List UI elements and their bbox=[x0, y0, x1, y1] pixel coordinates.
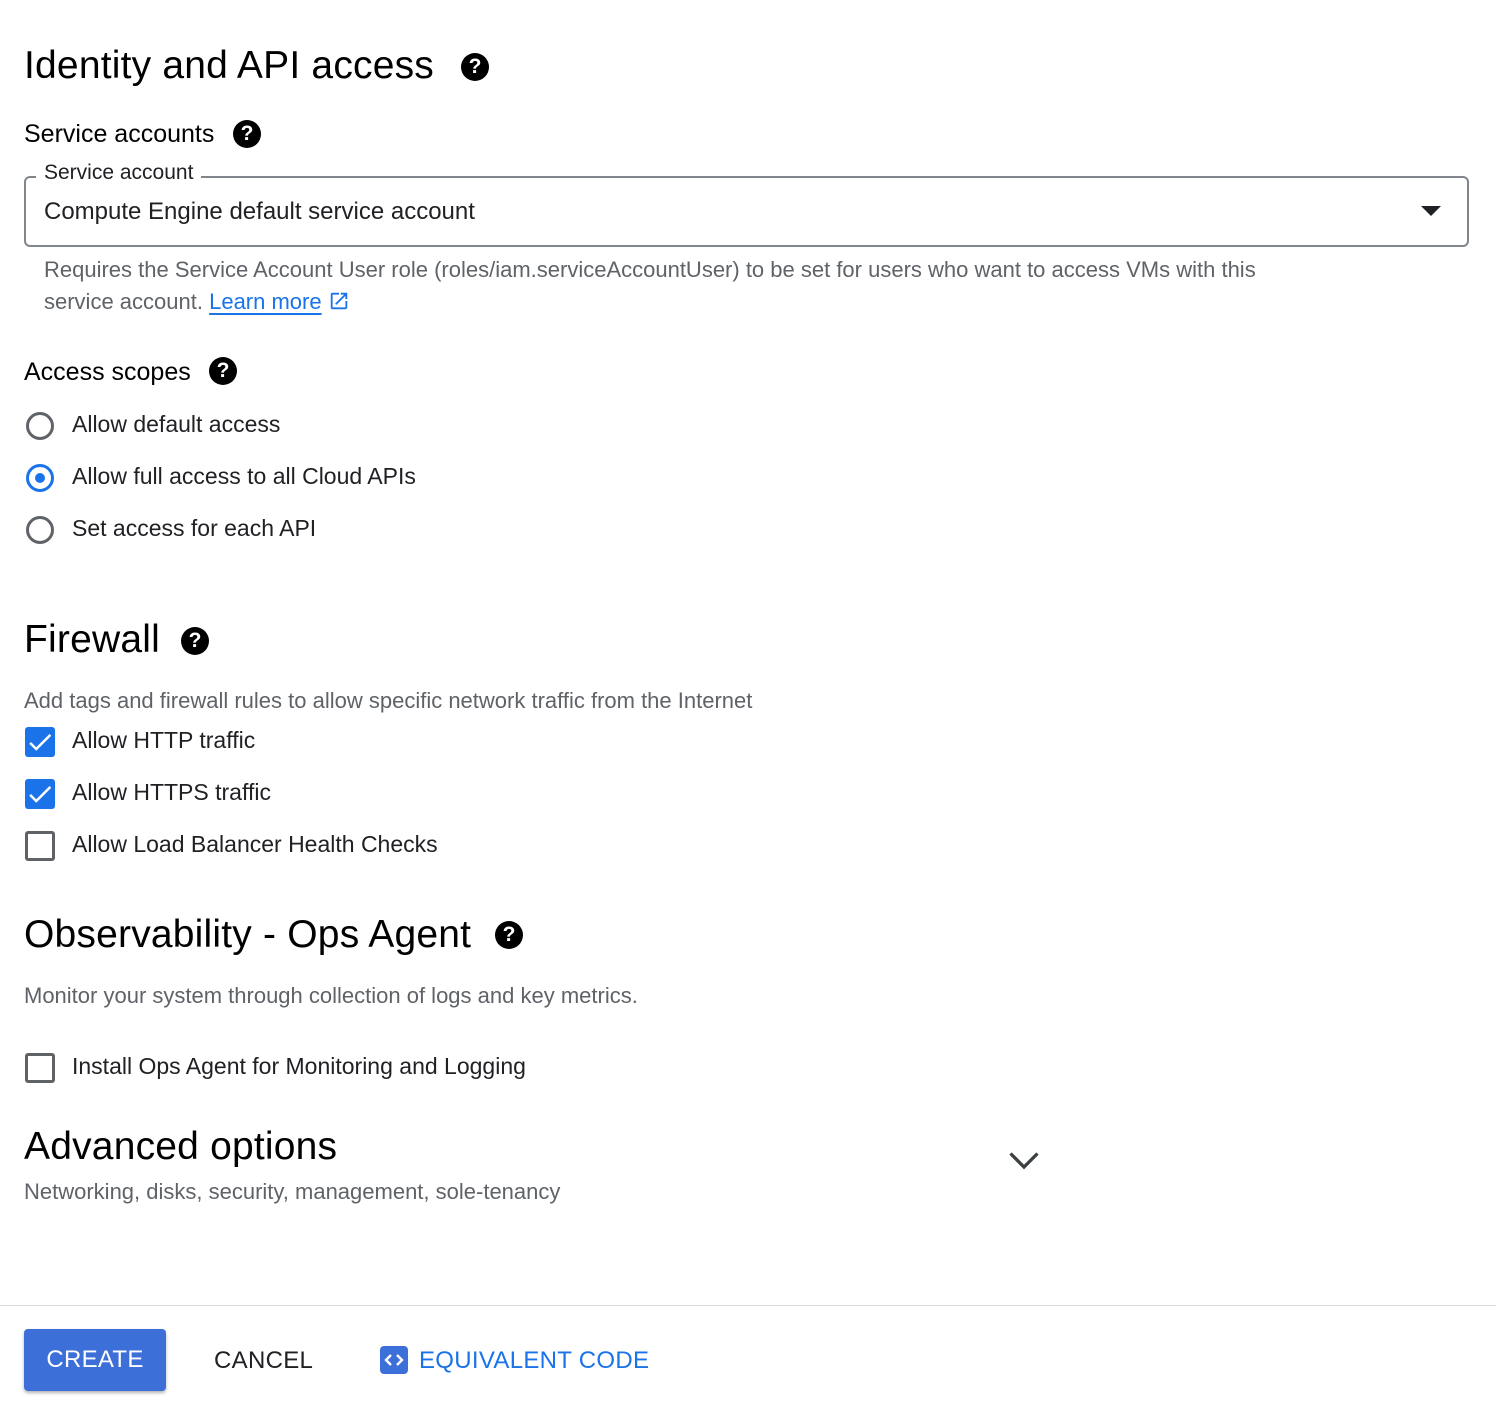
chevron-down-icon[interactable] bbox=[1006, 1146, 1042, 1176]
advanced-options-title[interactable]: Advanced options bbox=[24, 1125, 337, 1169]
learn-more-link[interactable]: Learn more bbox=[209, 289, 322, 314]
help-circle-icon[interactable]: ? bbox=[461, 53, 489, 81]
vm-create-form-page: Identity and API access ? Service accoun… bbox=[0, 0, 1496, 1404]
service-account-select[interactable]: Compute Engine default service account bbox=[24, 176, 1469, 247]
service-account-helper-text-line2: service account. Learn more bbox=[44, 289, 350, 315]
checkbox-allow-http[interactable] bbox=[25, 727, 55, 757]
checkbox-label: Allow HTTP traffic bbox=[72, 727, 256, 753]
radio-label: Set access for each API bbox=[72, 515, 317, 541]
advanced-options-subtitle: Networking, disks, security, management,… bbox=[24, 1179, 561, 1204]
checkbox-install-ops-agent[interactable] bbox=[25, 1053, 55, 1083]
check-icon bbox=[29, 786, 52, 803]
access-scopes-label: Access scopes bbox=[24, 358, 191, 386]
identity-section-title: Identity and API access bbox=[24, 44, 435, 87]
radio-allow-default-access[interactable] bbox=[26, 412, 54, 440]
service-account-selected-value: Compute Engine default service account bbox=[44, 198, 475, 225]
open-in-new-icon[interactable] bbox=[328, 290, 350, 312]
check-icon bbox=[29, 734, 52, 751]
service-account-helper-text: Requires the Service Account User role (… bbox=[44, 257, 1256, 282]
help-circle-icon[interactable]: ? bbox=[209, 357, 237, 385]
help-circle-icon[interactable]: ? bbox=[181, 627, 209, 655]
radio-label: Allow default access bbox=[72, 411, 281, 437]
code-brackets-glyph bbox=[384, 1354, 404, 1366]
help-circle-icon[interactable]: ? bbox=[495, 921, 523, 949]
arrow-drop-down-icon bbox=[1421, 206, 1441, 216]
checkbox-allow-lb-health-checks[interactable] bbox=[25, 831, 55, 861]
observability-section-title: Observability - Ops Agent bbox=[24, 913, 472, 956]
firewall-description: Add tags and firewall rules to allow spe… bbox=[24, 688, 753, 713]
checkbox-allow-https[interactable] bbox=[25, 779, 55, 809]
observability-description: Monitor your system through collection o… bbox=[24, 983, 638, 1008]
help-circle-icon[interactable]: ? bbox=[233, 120, 261, 148]
footer-divider bbox=[0, 1305, 1496, 1306]
create-button[interactable]: CREATE bbox=[24, 1329, 166, 1391]
service-account-field-label: Service account bbox=[36, 161, 202, 185]
learn-more-label: Learn more bbox=[209, 289, 322, 314]
radio-label: Allow full access to all Cloud APIs bbox=[72, 463, 416, 489]
radio-allow-full-access[interactable] bbox=[26, 464, 54, 492]
checkbox-label: Allow HTTPS traffic bbox=[72, 779, 271, 805]
radio-set-access-each-api[interactable] bbox=[26, 516, 54, 544]
firewall-section-title: Firewall bbox=[24, 618, 160, 661]
checkbox-label: Allow Load Balancer Health Checks bbox=[72, 831, 438, 857]
cancel-button[interactable]: CANCEL bbox=[214, 1347, 313, 1375]
checkbox-label: Install Ops Agent for Monitoring and Log… bbox=[72, 1053, 526, 1079]
code-icon[interactable] bbox=[380, 1346, 408, 1374]
equivalent-code-button[interactable]: EQUIVALENT CODE bbox=[419, 1347, 649, 1375]
service-accounts-label: Service accounts bbox=[24, 120, 215, 148]
service-account-helper-suffix: service account. bbox=[44, 289, 203, 314]
radio-selected-dot bbox=[35, 473, 45, 483]
